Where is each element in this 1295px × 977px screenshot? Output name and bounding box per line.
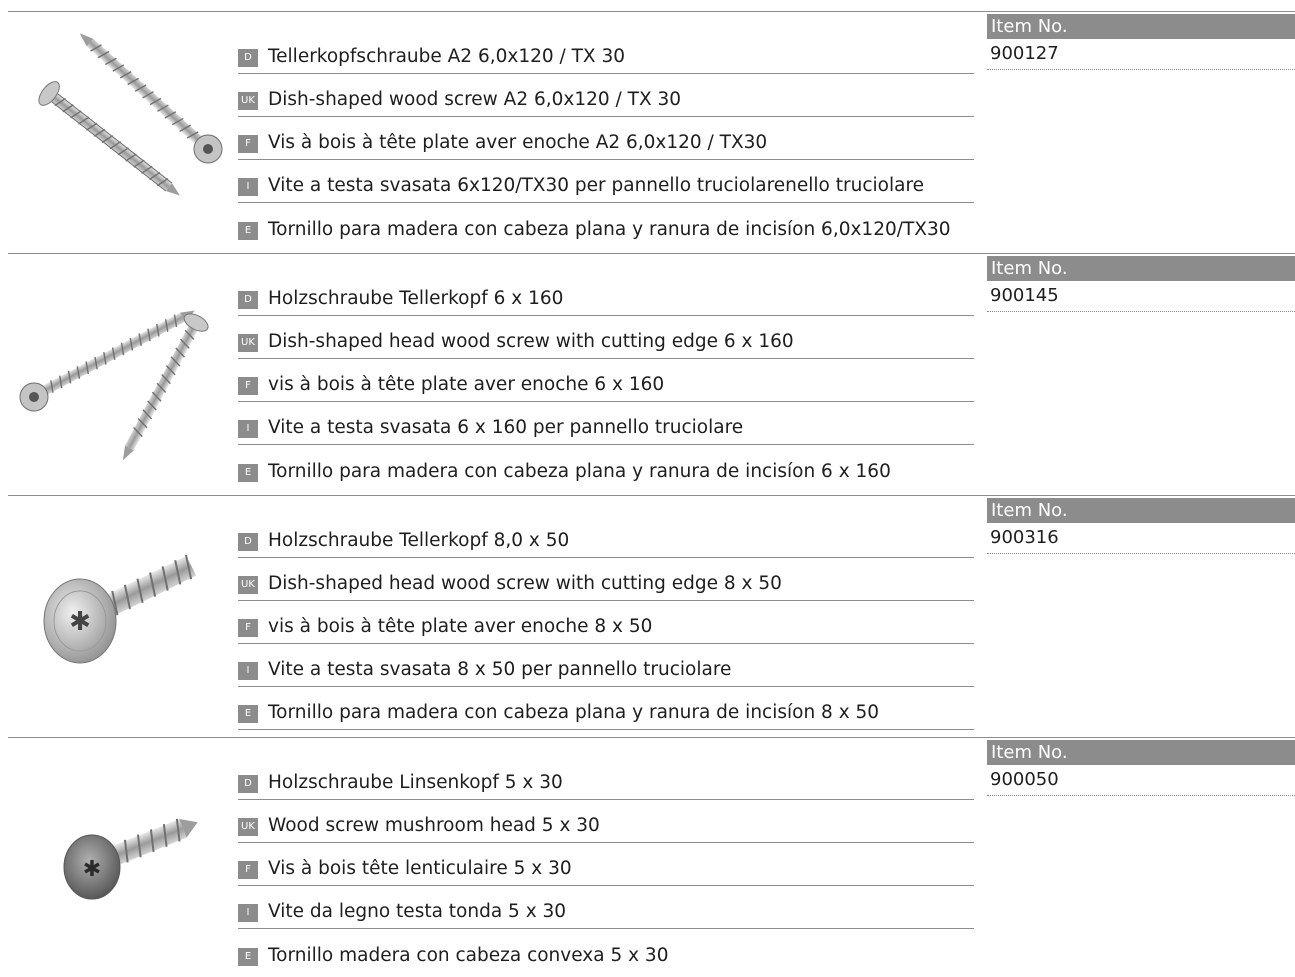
description-text: Holzschraube Tellerkopf 6 x 160	[268, 288, 564, 309]
description-row: UK Dish-shaped head wood screw with cutt…	[238, 316, 974, 359]
item-number-header: Item No.	[987, 14, 1295, 39]
description-text: Vis à bois tête lenticulaire 5 x 30	[268, 858, 572, 879]
description-row: D Holzschraube Linsenkopf 5 x 30	[238, 757, 974, 800]
divider	[8, 737, 1295, 738]
description-text: vis à bois à tête plate aver enoche 8 x …	[268, 616, 653, 637]
item-number-header: Item No.	[987, 740, 1295, 765]
divider	[8, 11, 1295, 12]
description-row: E Tornillo para madera con cabeza plana …	[238, 687, 974, 730]
svg-text:✱: ✱	[83, 857, 101, 882]
description-row: E Tornillo para madera con cabeza plana …	[238, 445, 974, 488]
description-list: D Holzschraube Tellerkopf 6 x 160 UK Dis…	[238, 273, 974, 488]
language-badge: UK	[238, 92, 258, 110]
description-text: Tornillo para madera con cabeza plana y …	[268, 461, 891, 482]
description-text: vis à bois à tête plate aver enoche 6 x …	[268, 374, 665, 395]
description-text: Holzschraube Linsenkopf 5 x 30	[268, 772, 563, 793]
item-number-header: Item No.	[987, 256, 1295, 281]
description-row: E Tornillo madera con cabeza convexa 5 x…	[238, 929, 974, 972]
description-list: D Tellerkopfschraube A2 6,0x120 / TX 30 …	[238, 31, 974, 246]
language-badge: UK	[238, 818, 258, 836]
screw-pair-icon	[19, 310, 209, 461]
language-badge: F	[238, 377, 258, 395]
description-row: UK Dish-shaped head wood screw with cutt…	[238, 558, 974, 601]
language-badge: D	[238, 291, 258, 309]
description-row: D Holzschraube Tellerkopf 6 x 160	[238, 273, 974, 316]
description-text: Tellerkopfschraube A2 6,0x120 / TX 30	[268, 46, 626, 67]
description-text: Dish-shaped wood screw A2 6,0x120 / TX 3…	[268, 89, 682, 110]
description-text: Tornillo para madera con cabeza plana y …	[268, 219, 951, 240]
description-text: Vite a testa svasata 8 x 50 per pannello…	[268, 659, 732, 680]
divider	[8, 495, 1295, 496]
description-text: Tornillo madera con cabeza convexa 5 x 3…	[268, 945, 669, 966]
description-row: F Vis à bois à tête plate aver enoche A2…	[238, 117, 974, 160]
description-row: UK Dish-shaped wood screw A2 6,0x120 / T…	[238, 74, 974, 117]
description-text: Dish-shaped head wood screw with cutting…	[268, 573, 782, 594]
item-number: 900145	[987, 282, 1295, 312]
description-list: D Holzschraube Linsenkopf 5 x 30 UK Wood…	[238, 757, 974, 972]
item-number: 900050	[987, 766, 1295, 796]
description-row: D Holzschraube Tellerkopf 8,0 x 50	[238, 515, 974, 558]
description-row: D Tellerkopfschraube A2 6,0x120 / TX 30	[238, 31, 974, 74]
description-text: Vite a testa svasata 6x120/TX30 per pann…	[268, 175, 925, 196]
language-badge: I	[238, 662, 258, 680]
description-text: Vite a testa svasata 6 x 160 per pannell…	[268, 417, 744, 438]
language-badge: D	[238, 49, 258, 67]
divider	[8, 253, 1295, 254]
description-text: Dish-shaped head wood screw with cutting…	[268, 331, 794, 352]
product-photo: ✱	[8, 745, 230, 973]
mushroom-screw-icon: ✱	[63, 818, 198, 900]
language-badge: E	[238, 464, 258, 482]
short-screw-icon: ✱	[43, 554, 197, 664]
language-badge: UK	[238, 334, 258, 352]
item-number: 900316	[987, 524, 1295, 554]
language-badge: F	[238, 619, 258, 637]
item-number-header: Item No.	[987, 498, 1295, 523]
language-badge: D	[238, 775, 258, 793]
product-entry: D Holzschraube Tellerkopf 6 x 160 UK Dis…	[0, 253, 1295, 493]
description-row: E Tornillo para madera con cabeza plana …	[238, 203, 974, 246]
language-badge: I	[238, 904, 258, 922]
description-row: UK Wood screw mushroom head 5 x 30	[238, 800, 974, 843]
description-row: F vis à bois à tête plate aver enoche 8 …	[238, 601, 974, 644]
language-badge: E	[238, 222, 258, 240]
language-badge: I	[238, 420, 258, 438]
language-badge: I	[238, 178, 258, 196]
language-badge: D	[238, 533, 258, 551]
item-number: 900127	[987, 40, 1295, 70]
description-row: F vis à bois à tête plate aver enoche 6 …	[238, 359, 974, 402]
description-row: I Vite da legno testa tonda 5 x 30	[238, 886, 974, 929]
description-row: I Vite a testa svasata 6x120/TX30 per pa…	[238, 160, 974, 203]
language-badge: UK	[238, 576, 258, 594]
product-entry: D Tellerkopfschraube A2 6,0x120 / TX 30 …	[0, 11, 1295, 251]
language-badge: F	[238, 135, 258, 153]
product-photo	[8, 19, 230, 247]
description-text: Wood screw mushroom head 5 x 30	[268, 815, 600, 836]
language-badge: E	[238, 948, 258, 966]
product-photo: ✱	[8, 503, 230, 731]
language-badge: F	[238, 861, 258, 879]
description-text: Vite da legno testa tonda 5 x 30	[268, 901, 567, 922]
description-text: Vis à bois à tête plate aver enoche A2 6…	[268, 132, 768, 153]
description-row: I Vite a testa svasata 8 x 50 per pannel…	[238, 644, 974, 687]
svg-text:✱: ✱	[69, 607, 91, 637]
description-row: I Vite a testa svasata 6 x 160 per panne…	[238, 402, 974, 445]
screw-pair-icon	[38, 33, 223, 196]
description-list: D Holzschraube Tellerkopf 8,0 x 50 UK Di…	[238, 515, 974, 730]
product-entry: ✱ D Holzschraube Tellerkopf 8,0 x 50 UK …	[0, 495, 1295, 735]
description-text: Tornillo para madera con cabeza plana y …	[268, 702, 880, 723]
description-row: F Vis à bois tête lenticulaire 5 x 30	[238, 843, 974, 886]
product-entry: ✱ D Holzschraube Linsenkopf 5 x 30 UK Wo…	[0, 737, 1295, 977]
product-photo	[8, 261, 230, 489]
language-badge: E	[238, 705, 258, 723]
description-text: Holzschraube Tellerkopf 8,0 x 50	[268, 530, 570, 551]
